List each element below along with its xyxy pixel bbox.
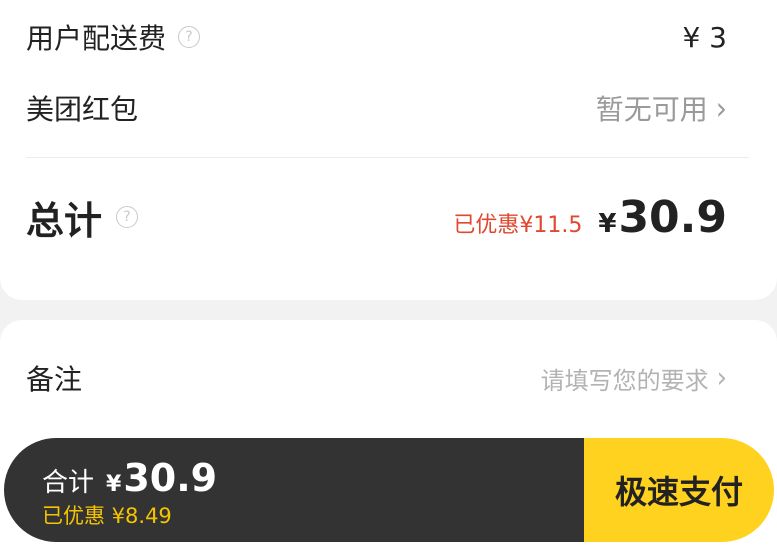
total-label-group: 总计 ? <box>26 190 139 245</box>
note-input-trigger[interactable]: 请填写您的要求 › <box>541 361 727 396</box>
total-label: 总计 <box>26 198 103 243</box>
total-discount-text: 已优惠¥11.5 <box>453 212 583 238</box>
checkout-summary: 合计 ¥ 30.9 已优惠 ¥8.49 <box>4 438 584 542</box>
red-packet-label: 美团红包 <box>26 93 139 126</box>
delivery-fee-label-group: 用户配送费 ? <box>26 17 201 57</box>
delivery-fee-label: 用户配送费 <box>26 22 167 55</box>
note-placeholder: 请填写您的要求 <box>540 366 709 395</box>
total-currency: ¥ <box>598 208 617 239</box>
checkout-amount: 30.9 <box>123 456 218 500</box>
checkout-discount-text: 已优惠 ¥8.49 <box>42 504 172 528</box>
total-amount: 30.9 <box>618 191 727 243</box>
chevron-right-icon: › <box>715 89 727 127</box>
help-icon[interactable]: ? <box>116 206 139 228</box>
divider <box>26 157 749 158</box>
total-amount-group: 已优惠¥11.5 ¥ 30.9 <box>453 192 727 243</box>
red-packet-status: 暂无可用 › <box>596 88 727 128</box>
total-row: 总计 ? 已优惠¥11.5 ¥ 30.9 <box>26 182 727 252</box>
red-packet-value: 暂无可用 <box>595 93 708 126</box>
delivery-fee-row: 用户配送费 ? ¥ 3 <box>26 14 727 60</box>
order-summary-card: 用户配送费 ? ¥ 3 美团红包 暂无可用 › 总计 ? 已优惠¥11.5 ¥ … <box>0 0 777 300</box>
checkout-currency: ¥ <box>106 472 122 497</box>
pay-button[interactable]: 极速支付 <box>584 438 774 542</box>
checkout-total-line: 合计 ¥ 30.9 <box>42 456 217 500</box>
chevron-right-icon: › <box>716 361 727 395</box>
delivery-fee-value: ¥ 3 <box>682 20 727 54</box>
help-icon[interactable]: ? <box>178 26 201 48</box>
note-label: 备注 <box>26 363 83 396</box>
checkout-total-label: 合计 <box>42 468 95 498</box>
red-packet-row[interactable]: 美团红包 暂无可用 › <box>26 84 727 132</box>
checkout-bar: 合计 ¥ 30.9 已优惠 ¥8.49 极速支付 <box>4 438 774 542</box>
note-row[interactable]: 备注 请填写您的要求 › <box>26 352 727 404</box>
